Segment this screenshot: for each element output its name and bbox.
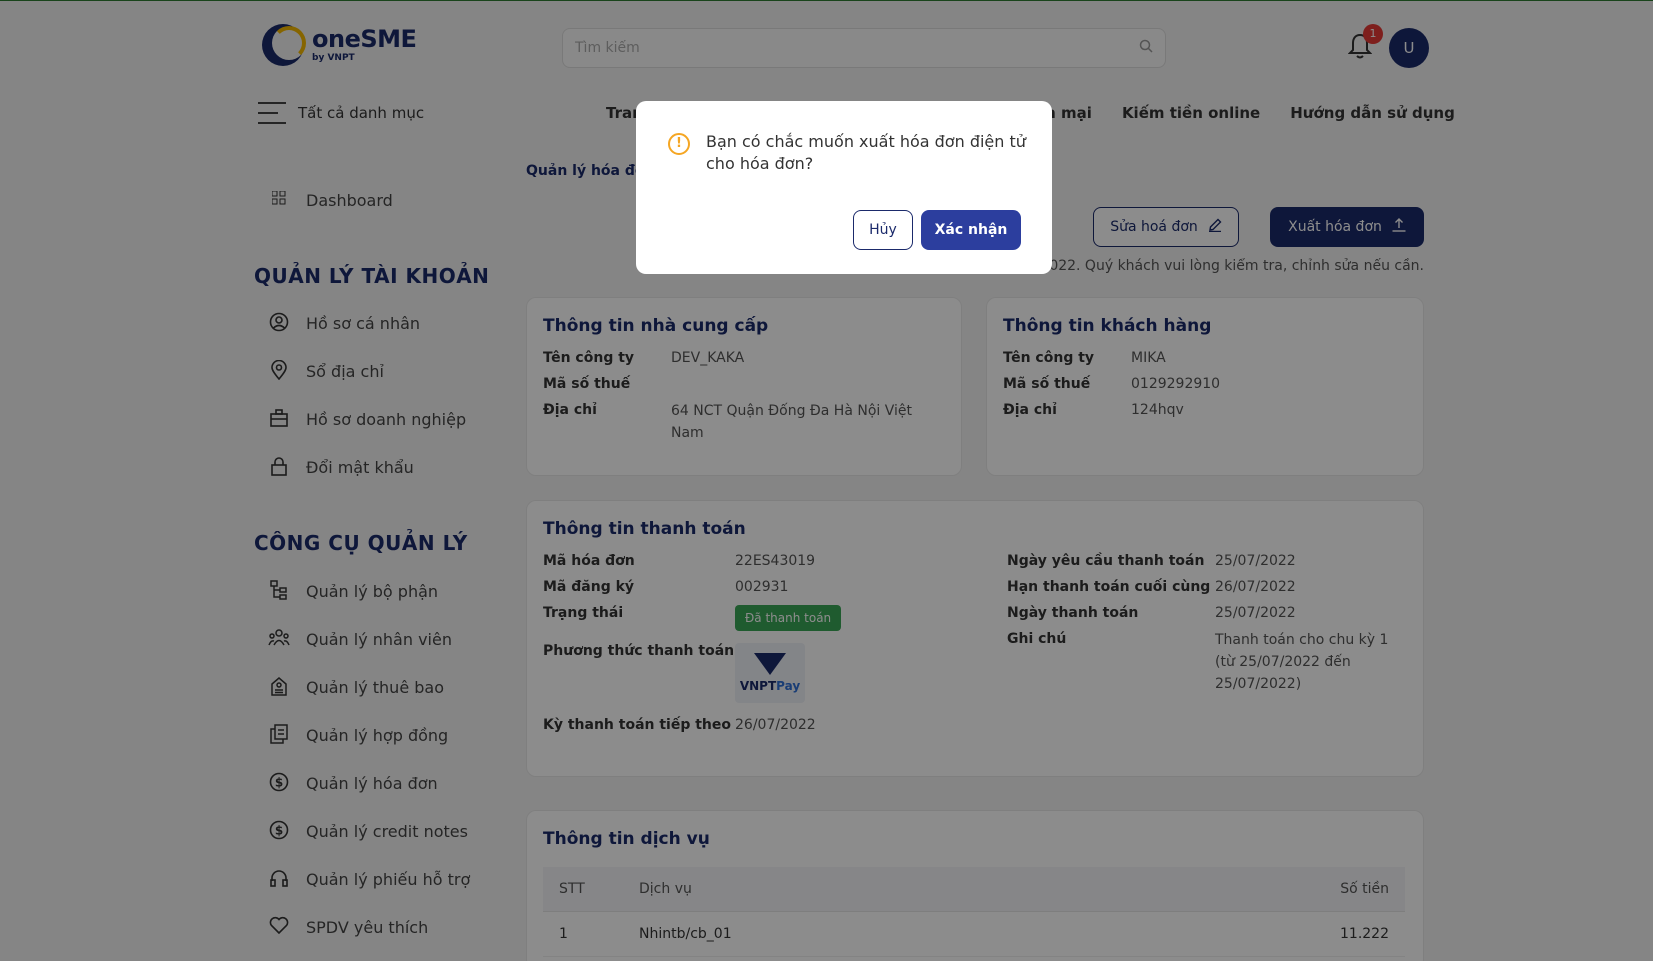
dialog-message: Bạn có chắc muốn xuất hóa đơn điện tử ch…: [706, 132, 1026, 173]
confirm-button[interactable]: Xác nhận: [921, 210, 1021, 250]
confirm-export-dialog: ! Bạn có chắc muốn xuất hóa đơn điện tử …: [636, 101, 1052, 274]
cancel-button[interactable]: Hủy: [853, 210, 913, 250]
warning-icon: !: [668, 133, 690, 155]
